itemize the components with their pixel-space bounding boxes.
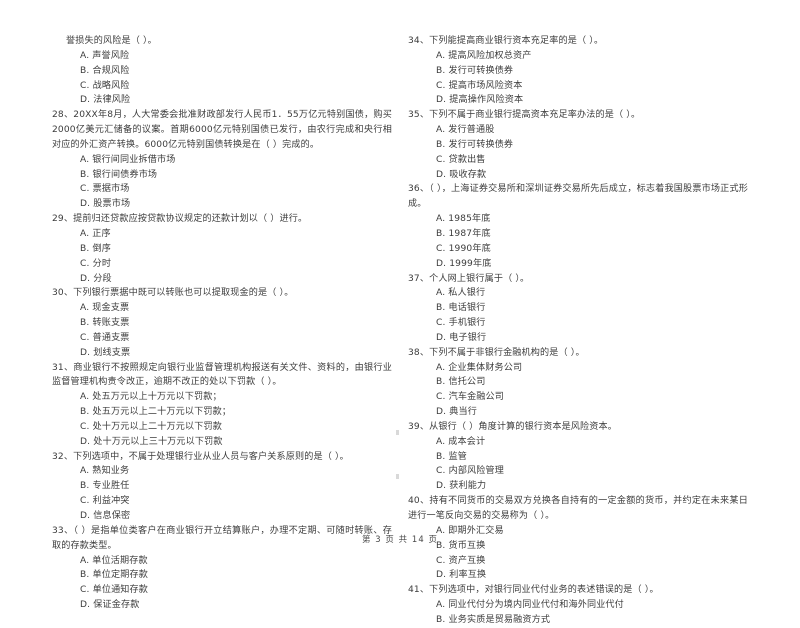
question-option: C. 利益冲突	[80, 496, 130, 507]
question-option: B. 银行间债券市场	[80, 169, 158, 180]
question-option: B. 处五万元以上二十万元以下罚款；	[80, 407, 232, 418]
question-option: A. 提高风险加权总资产	[436, 50, 532, 61]
question-option: A. 私人银行	[436, 288, 486, 299]
question-stem: 38、下列不属于非银行金融机构的是（ ）。	[408, 347, 585, 358]
question-stem: 40、持有不同货币的交易双方兑换各自持有的一定金额的货币，并约定在未来某日进行一…	[408, 496, 748, 521]
question-option: A. 同业代付分为境内同业代付和海外同业代付	[436, 600, 624, 611]
question-option: C. 票据市场	[80, 184, 130, 195]
question-option: B. 监管	[436, 451, 467, 462]
question-option: B. 1987年底	[436, 228, 491, 239]
left-column: 誉损失的风险是（ ）。 A. 声誉风险 B. 合规风险 C. 战略风险 D. 法律风险 2…	[52, 34, 392, 610]
question-stem: 37、个人网上银行属于（ ）。	[408, 273, 530, 284]
question-option: D. 保证金存款	[80, 600, 140, 611]
question-option: C. 单位通知存款	[80, 585, 149, 596]
question-option: B. 发行可转换债券	[436, 65, 514, 76]
question-option: D. 1999年底	[436, 258, 492, 269]
question-option: B. 倒序	[80, 243, 111, 254]
question-option: C. 内部风险管理	[436, 466, 505, 477]
question-option: D. 处十万元以上三十万元以下罚款	[80, 436, 223, 447]
question-option: D. 信息保密	[80, 511, 131, 521]
question-option: A. 处五万元以上十万元以下罚款；	[80, 392, 222, 403]
question-stem-continuation: 誉损失的风险是（ ）。	[66, 36, 157, 46]
question-option: A. 正序	[80, 228, 111, 239]
question-option: C. 资产互换	[436, 555, 486, 566]
question-stem: 41、下列选项中，对银行同业代付业务的表述错误的是（ ）。	[408, 585, 659, 596]
question-option: B. 业务实质是贸易融资方式	[436, 614, 551, 625]
question-stem: 35、下列不属于商业银行提高资本充足率办法的是（ ）。	[408, 110, 641, 121]
question-option: A. 声誉风险	[80, 50, 130, 61]
question-option: A. 企业集体财务公司	[436, 362, 523, 373]
question-option: B. 转账支票	[80, 318, 130, 329]
question-option: B. 电话银行	[436, 303, 486, 314]
question-stem: 32、下列选项中，不属于处理银行业从业人员与客户关系原则的是（ ）。	[52, 451, 349, 462]
question-option: C. 普通支票	[80, 332, 130, 343]
question-option: C. 处十万元以上二十万元以下罚款	[80, 421, 222, 432]
exam-page: 誉损失的风险是（ ）。 A. 声誉风险 B. 合规风险 C. 战略风险 D. 法律风险 2…	[0, 0, 800, 625]
question-option: D. 法律风险	[80, 95, 131, 106]
right-column: 34、下列能提高商业银行资本充足率的是（ ）。 A. 提高风险加权总资产 B. 发行…	[408, 34, 748, 625]
question-stem: 36、（ ），上海证券交易所和深圳证券交易所先后成立，标志着我国股票市场正式形成…	[408, 184, 748, 210]
question-option: D. 划线支票	[80, 347, 131, 358]
question-option: B. 专业胜任	[80, 481, 130, 492]
two-column-body: 誉损失的风险是（ ）。 A. 声誉风险 B. 合规风险 C. 战略风险 D. 法律风险 2…	[52, 34, 748, 625]
question-stem: 34、下列能提高商业银行资本充足率的是（ ）。	[408, 36, 604, 46]
question-option: A. 发行普通股	[436, 125, 495, 136]
question-option: C. 1990年底	[436, 243, 491, 254]
question-stem: 29、提前归还贷款应按贷款协议规定的还款计划以（ ）进行。	[52, 214, 308, 225]
question-option: A. 银行间同业拆借市场	[80, 154, 176, 165]
question-option: A. 1985年底	[436, 214, 491, 225]
question-option: D. 提高操作风险资本	[436, 95, 524, 106]
scan-speck	[396, 474, 399, 479]
page-footer: 第 3 页 共 14 页	[362, 534, 438, 544]
question-option: D. 吸收存款	[436, 169, 487, 180]
question-option: C. 汽车金融公司	[436, 392, 505, 403]
question-option: D. 股票市场	[80, 199, 131, 210]
question-option: C. 手机银行	[436, 318, 486, 329]
question-stem: 39、从银行（ ）角度计算的银行资本是风险资本。	[408, 421, 618, 432]
question-option: A. 熟知业务	[80, 466, 130, 477]
scan-speck	[396, 430, 399, 435]
question-option: C. 贷款出售	[436, 154, 486, 165]
question-option: B. 合规风险	[80, 65, 130, 76]
question-option: C. 提高市场风险资本	[436, 80, 523, 91]
question-option: C. 分时	[80, 258, 112, 269]
question-option: A. 成本会计	[436, 436, 486, 447]
question-stem: 30、下列银行票据中既可以转账也可以提取现金的是（ ）。	[52, 288, 294, 299]
question-option: B. 信托公司	[436, 377, 486, 388]
question-stem: 31、商业银行不按照规定向银行业监督管理机构报送有关文件、资料的，由银行业监督管…	[52, 362, 392, 388]
question-option: D. 利率互换	[436, 570, 487, 581]
question-option: D. 典当行	[436, 407, 477, 418]
question-option: D. 分段	[80, 273, 112, 284]
question-stem: 28、20XX年8月，人大常委会批准财政部发行人民币1．55万亿元特别国债，购买…	[52, 110, 392, 150]
question-option: A. 现金支票	[80, 303, 130, 314]
question-option: A. 单位活期存款	[80, 555, 148, 566]
question-option: C. 战略风险	[80, 80, 130, 91]
question-option: D. 电子银行	[436, 332, 487, 343]
question-option: D. 获利能力	[436, 481, 487, 492]
question-option: B. 发行可转换债券	[436, 139, 514, 150]
question-option: B. 单位定期存款	[80, 570, 148, 581]
